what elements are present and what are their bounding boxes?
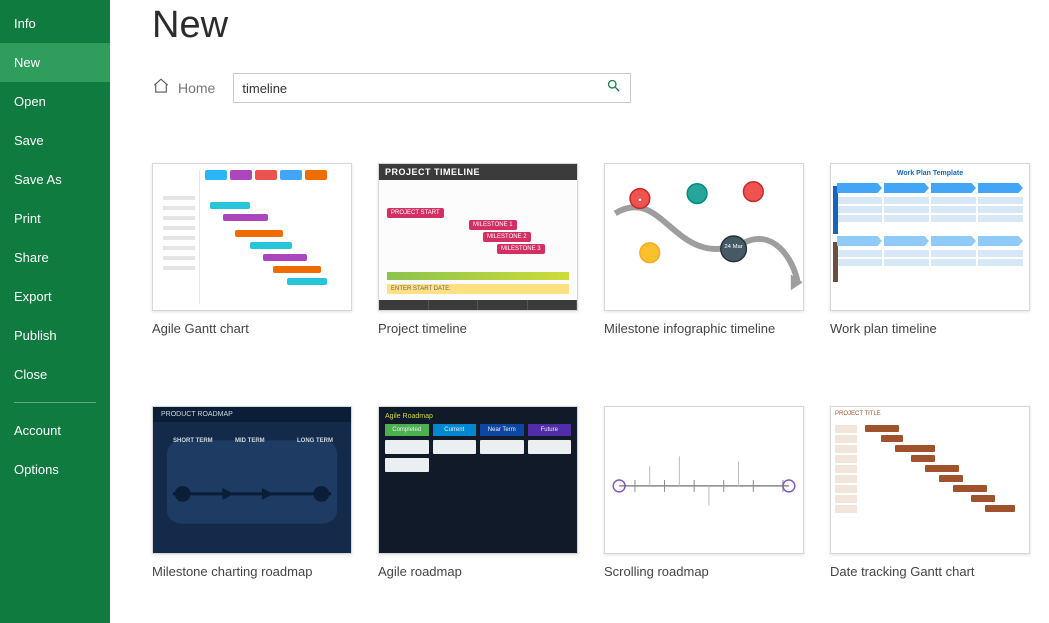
sidebar-item-print[interactable]: Print: [0, 199, 110, 238]
page-title: New: [152, 4, 1049, 47]
home-icon: [152, 77, 170, 100]
template-label: Work plan timeline: [830, 321, 1030, 336]
template-label: Date tracking Gantt chart: [830, 564, 1030, 579]
template-gallery[interactable]: Agile Gantt chart PROJECT TIMELINE PROJE…: [110, 103, 1049, 623]
svg-text:24 Mar: 24 Mar: [724, 244, 742, 250]
template-thumb: [604, 406, 804, 554]
sidebar-item-close[interactable]: Close: [0, 355, 110, 394]
sidebar-item-save-as[interactable]: Save As: [0, 160, 110, 199]
sidebar-item-open[interactable]: Open: [0, 82, 110, 121]
template-card-project-timeline[interactable]: PROJECT TIMELINE PROJECT START MILESTONE…: [378, 163, 578, 336]
sidebar-item-account[interactable]: Account: [0, 411, 110, 450]
sidebar-item-info[interactable]: Info: [0, 4, 110, 43]
search-row: Home: [152, 73, 1049, 103]
template-card-agile-roadmap[interactable]: Agile Roadmap Completed Current Near Ter…: [378, 406, 578, 579]
template-label: Agile roadmap: [378, 564, 578, 579]
template-label: Scrolling roadmap: [604, 564, 804, 579]
search-button[interactable]: [596, 74, 630, 102]
sidebar-item-save[interactable]: Save: [0, 121, 110, 160]
template-card-work-plan[interactable]: Work Plan Template Work plan timeline: [830, 163, 1030, 336]
template-card-date-gantt[interactable]: PROJECT TITLE: [830, 406, 1030, 579]
home-label: Home: [178, 80, 215, 97]
template-thumb: PROJECT TIMELINE PROJECT START MILESTONE…: [378, 163, 578, 311]
template-thumb: Agile Roadmap Completed Current Near Ter…: [378, 406, 578, 554]
search-box: [233, 73, 631, 103]
template-thumb: PROJECT TITLE: [830, 406, 1030, 554]
main-panel: New Home: [110, 0, 1049, 623]
sidebar-item-export[interactable]: Export: [0, 277, 110, 316]
template-card-milestone-roadmap[interactable]: PRODUCT ROADMAP SHORT TERM MID TERM: [152, 406, 352, 579]
template-thumb: ● 24 Mar: [604, 163, 804, 311]
template-card-agile-gantt[interactable]: Agile Gantt chart: [152, 163, 352, 336]
sidebar-item-options[interactable]: Options: [0, 450, 110, 489]
template-card-milestone-infographic[interactable]: ● 24 Mar Milestone infographic timeline: [604, 163, 804, 336]
template-label: Milestone infographic timeline: [604, 321, 804, 336]
template-thumb: PRODUCT ROADMAP SHORT TERM MID TERM: [152, 406, 352, 554]
template-label: Agile Gantt chart: [152, 321, 352, 336]
template-card-scrolling-roadmap[interactable]: Scrolling roadmap: [604, 406, 804, 579]
backstage-sidebar: Info New Open Save Save As Print Share E…: [0, 0, 110, 623]
sidebar-separator: [14, 402, 96, 403]
template-grid: Agile Gantt chart PROJECT TIMELINE PROJE…: [152, 163, 1049, 579]
template-label: Milestone charting roadmap: [152, 564, 352, 579]
home-button[interactable]: Home: [152, 77, 215, 100]
search-input[interactable]: [234, 81, 596, 96]
sidebar-item-new[interactable]: New: [0, 43, 110, 82]
template-label: Project timeline: [378, 321, 578, 336]
search-icon: [606, 78, 621, 98]
template-thumb: Work Plan Template: [830, 163, 1030, 311]
app-window: Info New Open Save Save As Print Share E…: [0, 0, 1049, 623]
template-thumb: [152, 163, 352, 311]
sidebar-item-share[interactable]: Share: [0, 238, 110, 277]
svg-text:●: ●: [638, 197, 642, 203]
sidebar-item-publish[interactable]: Publish: [0, 316, 110, 355]
